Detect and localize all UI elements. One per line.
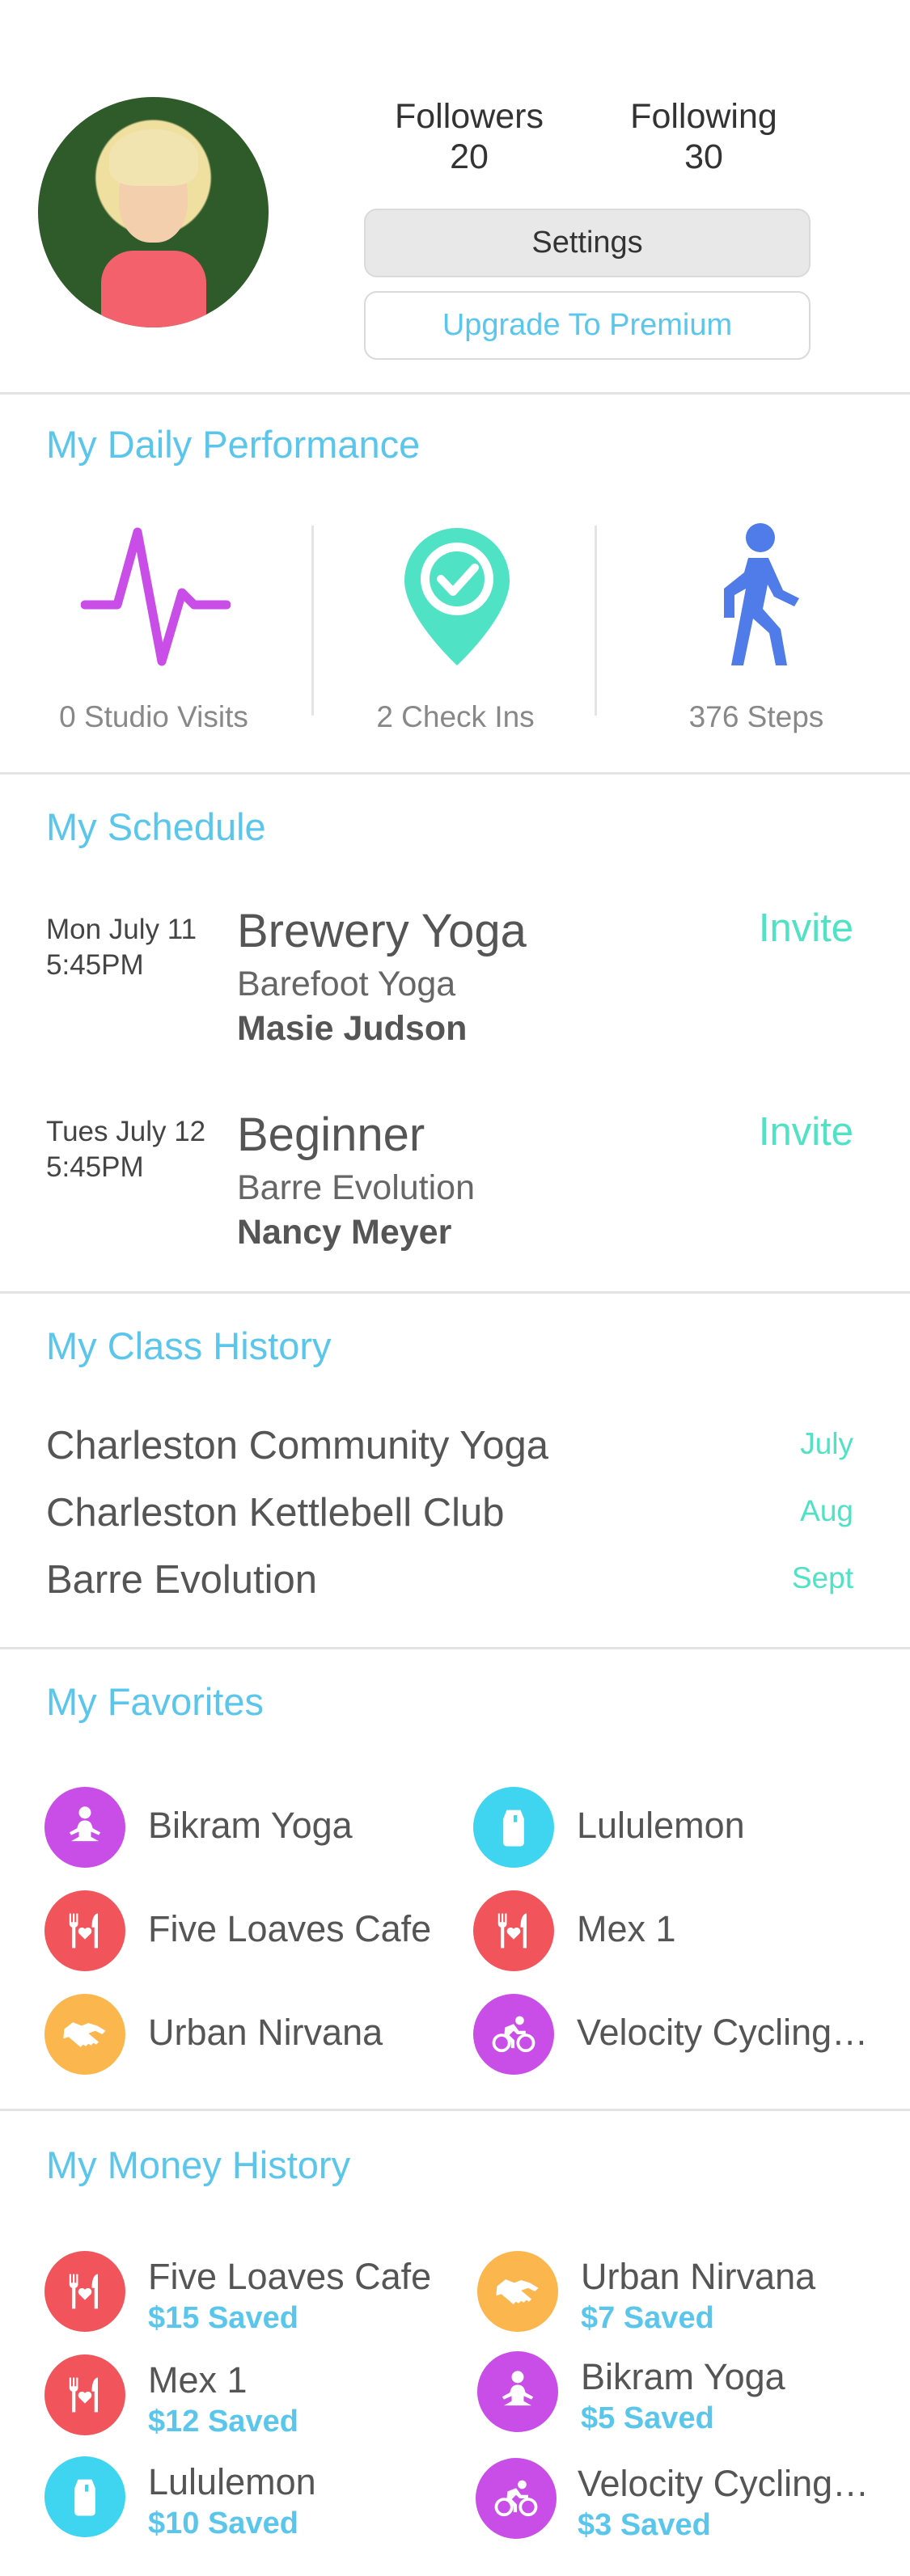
handshake-icon xyxy=(44,1994,125,2075)
invite-button[interactable]: Invite xyxy=(759,906,853,951)
divider xyxy=(0,1647,910,1649)
handshake-icon xyxy=(477,2251,558,2332)
divider xyxy=(0,772,910,775)
class-name: Beginner xyxy=(237,1109,425,1161)
upgrade-premium-button[interactable]: Upgrade To Premium xyxy=(364,291,811,360)
history-class-name[interactable]: Charleston Kettlebell Club xyxy=(46,1490,505,1535)
divider xyxy=(595,526,597,716)
divider xyxy=(0,2109,910,2111)
money-name[interactable]: Five Loaves Cafe xyxy=(148,2256,431,2298)
divider xyxy=(0,1291,910,1294)
money-name[interactable]: Lululemon xyxy=(148,2461,316,2503)
divider xyxy=(0,392,910,395)
check-in-pin-icon xyxy=(400,524,514,669)
bottle-icon xyxy=(473,1787,554,1868)
divider xyxy=(311,526,314,716)
walking-icon xyxy=(704,522,801,671)
followers-count[interactable]: 20 xyxy=(372,137,566,177)
meditation-icon xyxy=(44,1787,125,1868)
studio-name: Barre Evolution xyxy=(237,1168,475,1207)
favorite-name[interactable]: Bikram Yoga xyxy=(148,1805,353,1847)
favorite-name[interactable]: Five Loaves Cafe xyxy=(148,1908,431,1950)
settings-button[interactable]: Settings xyxy=(364,209,811,277)
instructor-name: Nancy Meyer xyxy=(237,1213,452,1252)
favorite-name[interactable]: Lululemon xyxy=(577,1805,745,1847)
money-name[interactable]: Mex 1 xyxy=(148,2359,248,2401)
restaurant-icon xyxy=(44,2354,125,2435)
invite-button[interactable]: Invite xyxy=(759,1109,853,1155)
money-saved: $3 Saved xyxy=(578,2508,711,2542)
studio-visits-label: 0 Studio Visits xyxy=(59,700,248,733)
check-ins-label: 2 Check Ins xyxy=(376,700,535,733)
cycling-icon xyxy=(476,2458,557,2539)
class-name: Brewery Yoga xyxy=(237,905,527,957)
section-title-favorites: My Favorites xyxy=(46,1680,264,1723)
section-title-schedule: My Schedule xyxy=(46,805,266,848)
meditation-icon xyxy=(477,2351,558,2432)
restaurant-icon xyxy=(44,2251,125,2332)
instructor-name: Masie Judson xyxy=(237,1009,468,1048)
money-saved: $7 Saved xyxy=(581,2301,714,2335)
favorite-name[interactable]: Mex 1 xyxy=(577,1908,676,1950)
avatar[interactable] xyxy=(38,97,269,327)
schedule-date: Mon July 11 5:45PM xyxy=(46,914,197,981)
section-title-money-history: My Money History xyxy=(46,2143,351,2186)
history-class-name[interactable]: Barre Evolution xyxy=(46,1557,317,1603)
money-name[interactable]: Velocity Cycling… xyxy=(578,2463,869,2505)
followers-label[interactable]: Followers xyxy=(372,97,566,137)
money-saved: $10 Saved xyxy=(148,2506,298,2540)
favorite-name[interactable]: Urban Nirvana xyxy=(148,2012,383,2054)
heartbeat-icon xyxy=(80,524,231,669)
section-title-performance: My Daily Performance xyxy=(46,423,421,466)
studio-name: Barefoot Yoga xyxy=(237,965,456,1003)
following-count[interactable]: 30 xyxy=(607,137,801,177)
following-label[interactable]: Following xyxy=(607,97,801,137)
history-class-name[interactable]: Charleston Community Yoga xyxy=(46,1423,548,1468)
money-name[interactable]: Urban Nirvana xyxy=(581,2256,815,2298)
steps-label: 376 Steps xyxy=(688,700,824,733)
bottle-icon xyxy=(44,2456,125,2537)
cycling-icon xyxy=(473,1994,554,2075)
money-saved: $5 Saved xyxy=(581,2401,714,2435)
history-month: Aug xyxy=(800,1494,853,1527)
favorite-name[interactable]: Velocity Cycling… xyxy=(577,2012,868,2054)
history-month: July xyxy=(800,1427,853,1460)
schedule-date: Tues July 12 5:45PM xyxy=(46,1116,206,1183)
money-saved: $12 Saved xyxy=(148,2405,298,2439)
restaurant-icon xyxy=(473,1890,554,1971)
restaurant-icon xyxy=(44,1890,125,1971)
history-month: Sept xyxy=(791,1561,853,1594)
money-name[interactable]: Bikram Yoga xyxy=(581,2356,785,2398)
section-title-class-history: My Class History xyxy=(46,1324,332,1367)
money-saved: $15 Saved xyxy=(148,2301,298,2335)
